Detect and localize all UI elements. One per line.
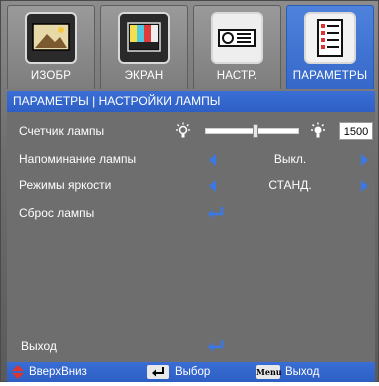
tab-picture[interactable]: ИЗОБР (7, 5, 95, 89)
menu-item-lamp-hours[interactable]: Счетчик лампы 1500 (7, 120, 375, 142)
menu-panel: Счетчик лампы 1500 Напоминание лампы Вык… (7, 112, 375, 362)
lamp-hours-label: Счетчик лампы (19, 124, 105, 138)
menu-item-exit[interactable]: Выход (7, 335, 375, 357)
lamp-dim-icon (174, 122, 192, 140)
section-header: ПАРАМЕТРЫ | НАСТРОЙКИ ЛАМПЫ (7, 91, 375, 112)
exit-hint: Выход (285, 366, 320, 378)
enter-icon[interactable] (207, 205, 225, 221)
menu-item-lamp-reset[interactable]: Сброс лампы (7, 202, 375, 224)
projector-osd-menu: ИЗОБР ЭКРАН НАСТР. ПАРАМЕТРЫ ПАРАМЕТРЫ |… (0, 0, 379, 382)
menu-key-icon: Menu (256, 365, 282, 379)
color-bars-icon (118, 12, 170, 64)
footer-hints: ВверхВниз Выбор Menu Выход (7, 362, 375, 382)
lamp-bright-icon (309, 122, 327, 140)
lamp-reset-label: Сброс лампы (19, 206, 95, 220)
tab-screen[interactable]: ЭКРАН (100, 5, 188, 89)
menu-item-brightness-mode[interactable]: Режимы яркости СТАНД. (7, 174, 375, 196)
tab-setup[interactable]: НАСТР. (193, 5, 281, 89)
tab-options-label: ПАРАМЕТРЫ (292, 70, 368, 82)
arrow-left-icon[interactable] (209, 180, 216, 192)
select-hint: Выбор (175, 366, 211, 378)
brightness-mode-value: СТАНД. (268, 178, 312, 192)
tab-picture-label: ИЗОБР (30, 70, 72, 82)
settings-list-icon (304, 12, 356, 64)
enter-key-icon (147, 365, 169, 379)
slider-knob[interactable] (253, 124, 258, 138)
enter-icon[interactable] (207, 338, 225, 354)
lamp-reminder-value: Выкл. (273, 152, 307, 166)
tab-setup-label: НАСТР. (216, 70, 258, 82)
tab-options[interactable]: ПАРАМЕТРЫ (286, 5, 374, 89)
picture-icon (25, 12, 77, 64)
arrow-left-icon[interactable] (209, 154, 216, 166)
updown-arrows-icon (11, 365, 25, 379)
tab-screen-label: ЭКРАН (124, 70, 164, 82)
projector-icon (211, 12, 263, 64)
tab-bar: ИЗОБР ЭКРАН НАСТР. ПАРАМЕТРЫ (7, 5, 377, 91)
menu-item-lamp-reminder[interactable]: Напоминание лампы Выкл. (7, 148, 375, 170)
exit-label: Выход (21, 339, 57, 353)
updown-hint: ВверхВниз (29, 366, 87, 378)
arrow-right-icon[interactable] (361, 180, 368, 192)
lamp-hours-slider[interactable] (205, 124, 299, 138)
lamp-hours-value: 1500 (339, 122, 373, 140)
brightness-mode-label: Режимы яркости (19, 178, 112, 192)
arrow-right-icon[interactable] (361, 154, 368, 166)
lamp-reminder-label: Напоминание лампы (19, 152, 137, 166)
